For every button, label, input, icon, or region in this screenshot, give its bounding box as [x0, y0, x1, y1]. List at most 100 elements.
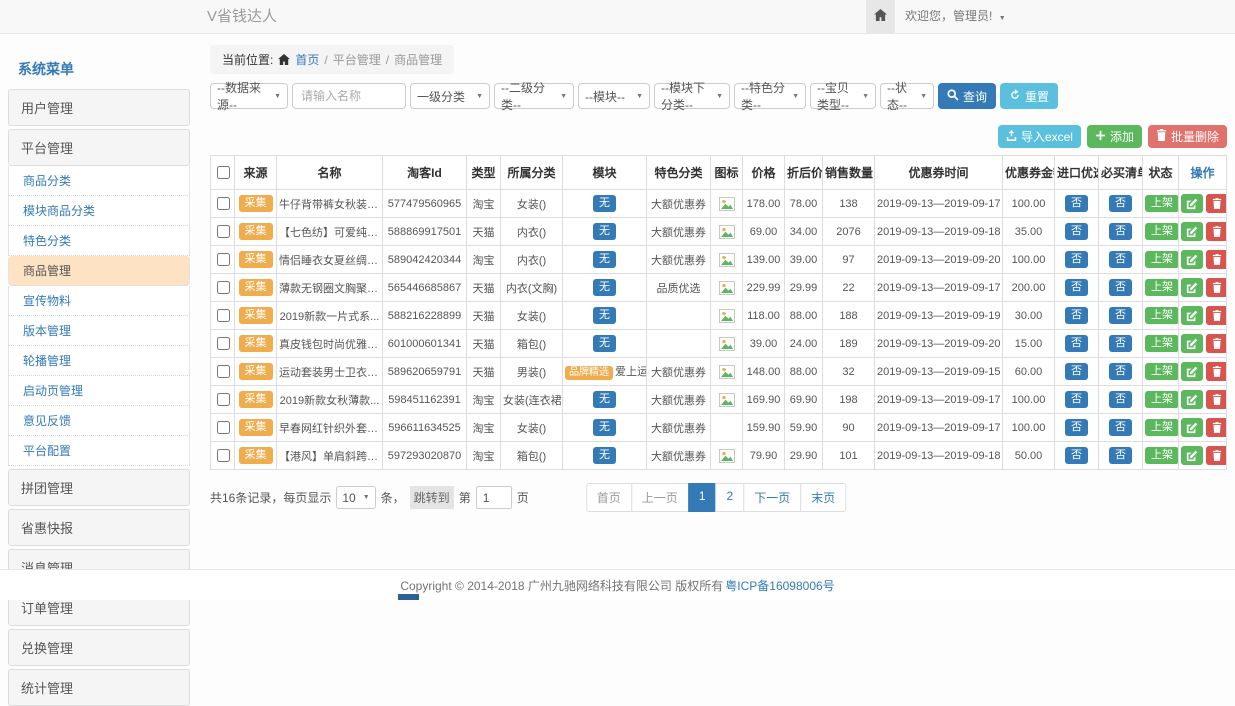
batch-delete-button[interactable]: 批量删除	[1148, 125, 1227, 148]
user-menu[interactable]: 欢迎您，管理员! ▼	[905, 0, 1006, 35]
status-badge[interactable]: 上架	[1145, 419, 1179, 437]
imported-toggle[interactable]: 否	[1065, 391, 1088, 409]
edit-button[interactable]	[1181, 250, 1203, 269]
sidebar-item[interactable]: 轮播管理	[8, 346, 190, 376]
row-checkbox[interactable]	[217, 449, 230, 462]
must-buy-toggle[interactable]: 否	[1109, 251, 1132, 269]
imported-toggle[interactable]: 否	[1065, 251, 1088, 269]
home-button[interactable]	[866, 0, 895, 33]
row-checkbox[interactable]	[217, 225, 230, 238]
must-buy-toggle[interactable]: 否	[1109, 391, 1132, 409]
edit-button[interactable]	[1181, 306, 1203, 325]
filter-feature-category[interactable]: --特色分类--▼	[734, 83, 806, 109]
sidebar-item[interactable]: 平台管理	[8, 129, 190, 166]
pager-button[interactable]: 2	[716, 483, 745, 512]
delete-button[interactable]	[1206, 446, 1227, 465]
sidebar-item[interactable]: 版本管理	[8, 316, 190, 346]
reset-button[interactable]: 重置	[1000, 83, 1058, 109]
status-badge[interactable]: 上架	[1145, 391, 1179, 409]
edit-button[interactable]	[1181, 194, 1203, 213]
must-buy-toggle[interactable]: 否	[1109, 307, 1132, 325]
status-badge[interactable]: 上架	[1145, 251, 1179, 269]
pager-button[interactable]: 1	[688, 483, 717, 512]
filter-level2-category[interactable]: --二级分类--▼	[494, 83, 574, 109]
status-badge[interactable]: 上架	[1145, 335, 1179, 353]
edit-button[interactable]	[1181, 390, 1203, 409]
add-button[interactable]: 添加	[1087, 125, 1142, 148]
delete-button[interactable]	[1206, 390, 1227, 409]
must-buy-toggle[interactable]: 否	[1109, 447, 1132, 465]
must-buy-toggle[interactable]: 否	[1109, 279, 1132, 297]
edit-button[interactable]	[1181, 334, 1203, 353]
must-buy-toggle[interactable]: 否	[1109, 419, 1132, 437]
sidebar-item[interactable]: 兑换管理	[8, 629, 190, 666]
delete-button[interactable]	[1206, 306, 1227, 325]
imported-toggle[interactable]: 否	[1065, 279, 1088, 297]
must-buy-toggle[interactable]: 否	[1109, 223, 1132, 241]
imported-toggle[interactable]: 否	[1065, 335, 1088, 353]
sidebar-item[interactable]: 商品分类	[8, 166, 190, 196]
sidebar-item[interactable]: 统计管理	[8, 669, 190, 706]
delete-button[interactable]	[1206, 278, 1227, 297]
must-buy-toggle[interactable]: 否	[1109, 363, 1132, 381]
edit-button[interactable]	[1181, 222, 1203, 241]
filter-name-input[interactable]	[292, 83, 406, 109]
sidebar-item[interactable]: 启动页管理	[8, 376, 190, 406]
sidebar-item[interactable]: 宣传物料	[8, 286, 190, 316]
delete-button[interactable]	[1206, 362, 1227, 381]
delete-button[interactable]	[1206, 222, 1227, 241]
delete-button[interactable]	[1206, 334, 1227, 353]
edit-button[interactable]	[1181, 446, 1203, 465]
sidebar-item[interactable]: 意见反馈	[8, 406, 190, 436]
status-badge[interactable]: 上架	[1145, 279, 1179, 297]
search-button[interactable]: 查询	[938, 83, 996, 109]
filter-module[interactable]: --模块--▼	[578, 83, 650, 109]
delete-button[interactable]	[1206, 418, 1227, 437]
status-badge[interactable]: 上架	[1145, 447, 1179, 465]
sidebar-item[interactable]: 模块商品分类	[8, 196, 190, 226]
status-badge[interactable]: 上架	[1145, 195, 1179, 213]
edit-button[interactable]	[1181, 362, 1203, 381]
filter-level1-category[interactable]: 一级分类▼	[410, 83, 490, 109]
pager-button[interactable]: 末页	[800, 483, 846, 512]
sidebar-item[interactable]: 用户管理	[8, 89, 190, 126]
row-checkbox[interactable]	[217, 281, 230, 294]
icp-link[interactable]: 粤ICP备16098006号	[725, 577, 834, 594]
filter-module-subcategory[interactable]: --模块下分类--▼	[654, 83, 730, 109]
delete-button[interactable]	[1206, 194, 1227, 213]
pager-button[interactable]: 下一页	[743, 483, 801, 512]
row-checkbox[interactable]	[217, 393, 230, 406]
imported-toggle[interactable]: 否	[1065, 307, 1088, 325]
row-checkbox[interactable]	[217, 309, 230, 322]
select-all-checkbox[interactable]	[217, 166, 230, 179]
sidebar-item[interactable]: 平台配置	[8, 436, 190, 466]
per-page-select[interactable]: 10 ▼	[336, 486, 375, 509]
row-checkbox[interactable]	[217, 253, 230, 266]
import-excel-button[interactable]: 导入excel	[998, 125, 1081, 148]
must-buy-toggle[interactable]: 否	[1109, 335, 1132, 353]
status-badge[interactable]: 上架	[1145, 363, 1179, 381]
row-checkbox[interactable]	[217, 365, 230, 378]
imported-toggle[interactable]: 否	[1065, 419, 1088, 437]
delete-button[interactable]	[1206, 250, 1227, 269]
edit-button[interactable]	[1181, 278, 1203, 297]
page-number-input[interactable]	[476, 486, 512, 509]
imported-toggle[interactable]: 否	[1065, 363, 1088, 381]
sidebar-item[interactable]: 商品管理	[8, 256, 190, 286]
row-checkbox[interactable]	[217, 337, 230, 350]
must-buy-toggle[interactable]: 否	[1109, 195, 1132, 213]
imported-toggle[interactable]: 否	[1065, 223, 1088, 241]
breadcrumb-home-link[interactable]: 首页	[295, 51, 319, 68]
sidebar-item[interactable]: 特色分类	[8, 226, 190, 256]
row-checkbox[interactable]	[217, 421, 230, 434]
sidebar-item[interactable]: 省惠快报	[8, 509, 190, 546]
sidebar-item[interactable]: 拼团管理	[8, 469, 190, 506]
status-badge[interactable]: 上架	[1145, 223, 1179, 241]
row-checkbox[interactable]	[217, 197, 230, 210]
imported-toggle[interactable]: 否	[1065, 447, 1088, 465]
filter-data-source[interactable]: --数据来源--▼	[210, 83, 288, 109]
filter-status[interactable]: --状态--▼	[880, 83, 934, 109]
filter-item-type[interactable]: --宝贝类型--▼	[810, 83, 876, 109]
imported-toggle[interactable]: 否	[1065, 195, 1088, 213]
edit-button[interactable]	[1181, 418, 1203, 437]
